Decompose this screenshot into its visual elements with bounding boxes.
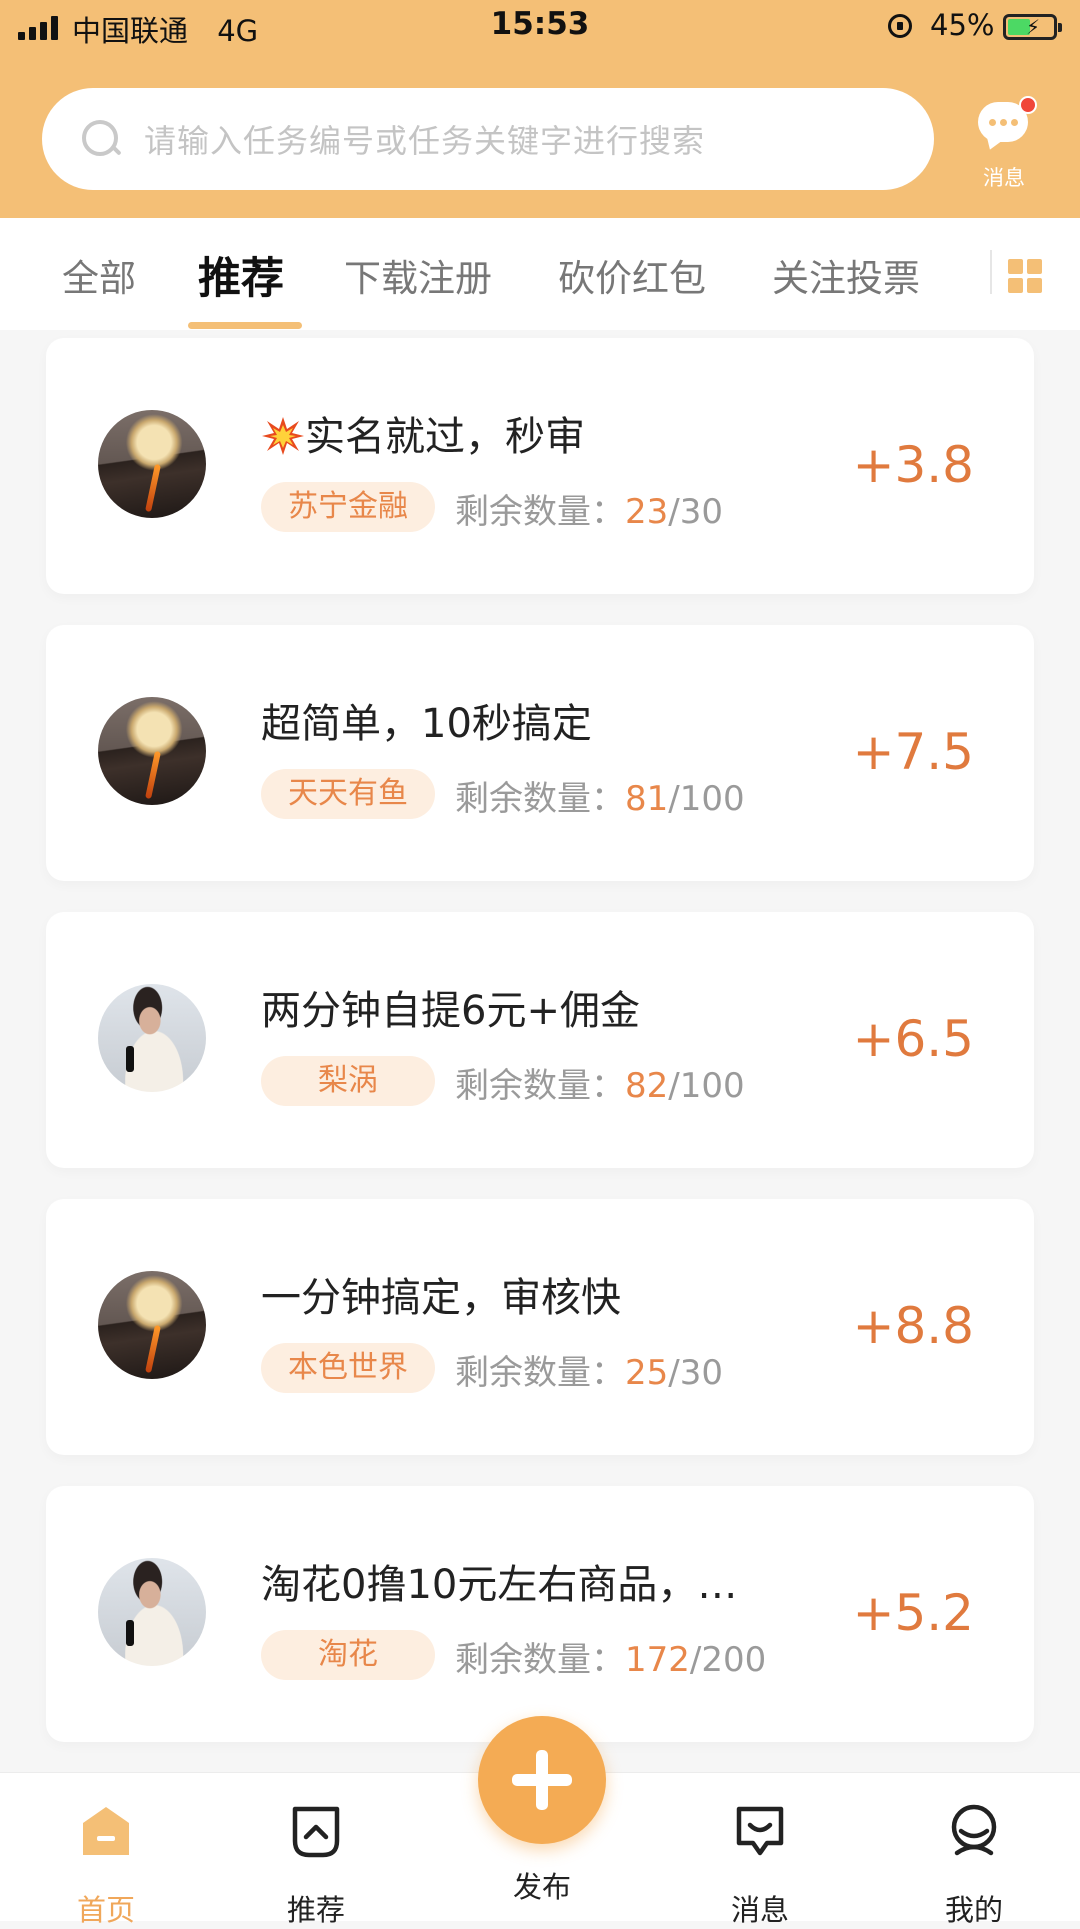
avatar [98, 697, 206, 805]
clock: 15:53 [490, 6, 590, 42]
message-button[interactable]: 消息 [964, 96, 1044, 196]
remaining-count: 剩余数量：81/100 [455, 779, 745, 819]
task-card[interactable]: 实名就过，秒审 苏宁金融 剩余数量：23/30 +3.8 [46, 338, 1034, 594]
source-tag: 梨涡 [261, 1056, 435, 1106]
publish-button[interactable] [478, 1716, 606, 1844]
task-card[interactable]: 两分钟自提6元+佣金 梨涡 剩余数量：82/100 +6.5 [46, 912, 1034, 1168]
remaining-count: 剩余数量：82/100 [455, 1066, 745, 1106]
active-tab-indicator [188, 322, 302, 329]
tab-recommend[interactable]: 推荐 [198, 244, 284, 306]
tab-bargain-redpacket[interactable]: 砍价红包 [558, 248, 706, 302]
task-title-text: 实名就过，秒审 [305, 414, 585, 460]
grid-menu-icon[interactable] [1008, 259, 1042, 293]
tab-download-register[interactable]: 下载注册 [344, 248, 492, 302]
search-placeholder: 请输入任务编号或任务关键字进行搜索 [144, 122, 706, 160]
unread-dot [1019, 96, 1037, 114]
battery-percent: 45% [930, 8, 995, 42]
task-card[interactable]: 一分钟搞定，审核快 本色世界 剩余数量：25/30 +8.8 [46, 1199, 1034, 1455]
reward-amount: +8.8 [852, 1297, 974, 1355]
avatar [98, 1271, 206, 1379]
message-icon [736, 1806, 784, 1856]
task-card[interactable]: 淘花0撸10元左右商品，… 淘花 剩余数量：172/200 +5.2 [46, 1486, 1034, 1742]
recommend-icon [292, 1806, 340, 1858]
tab-all[interactable]: 全部 [62, 248, 136, 302]
reward-amount: +6.5 [852, 1010, 974, 1068]
search-icon [82, 120, 122, 158]
task-card[interactable]: 超简单，10秒搞定 天天有鱼 剩余数量：81/100 +7.5 [46, 625, 1034, 881]
reward-amount: +7.5 [852, 723, 974, 781]
publish-label: 发布 [512, 1870, 571, 1904]
task-title: 一分钟搞定，审核快 [261, 1275, 621, 1321]
avatar [98, 410, 206, 518]
rotation-lock-icon [888, 14, 912, 38]
task-title: 淘花0撸10元左右商品，… [261, 1562, 738, 1608]
tab-follow-vote[interactable]: 关注投票 [772, 248, 920, 302]
source-tag: 本色世界 [261, 1343, 435, 1393]
source-tag: 淘花 [261, 1630, 435, 1680]
task-title: 超简单，10秒搞定 [261, 701, 592, 747]
remaining-count: 剩余数量：172/200 [455, 1640, 767, 1680]
task-title: 两分钟自提6元+佣金 [261, 988, 640, 1034]
message-label: 消息 [983, 166, 1025, 190]
remaining-count: 剩余数量：23/30 [455, 492, 723, 532]
home-icon [83, 1807, 129, 1855]
source-tag: 苏宁金融 [261, 482, 435, 532]
source-tag: 天天有鱼 [261, 769, 435, 819]
remaining-count: 剩余数量：25/30 [455, 1353, 723, 1393]
category-tabs: 全部 推荐 下载注册 砍价红包 关注投票 [0, 218, 1080, 330]
header: 中国联通 4G 15:53 45% ⚡ 请输入任务编号或任务关键字进行搜索 消息 [0, 0, 1080, 218]
profile-icon [951, 1804, 997, 1856]
avatar [98, 1558, 206, 1666]
reward-amount: +5.2 [852, 1584, 974, 1642]
nav-profile-label: 我的 [944, 1893, 1003, 1927]
status-bar: 中国联通 4G 15:53 45% ⚡ [0, 0, 1080, 56]
battery-icon: ⚡ [1003, 14, 1062, 40]
avatar [98, 984, 206, 1092]
task-title: 实名就过，秒审 [261, 404, 585, 462]
search-input[interactable]: 请输入任务编号或任务关键字进行搜索 [42, 88, 934, 190]
tab-divider [990, 250, 992, 294]
nav-messages-label: 消息 [730, 1893, 789, 1927]
nav-home-label: 首页 [76, 1893, 135, 1927]
nav-recommend-label: 推荐 [286, 1893, 345, 1927]
reward-amount: +3.8 [852, 436, 974, 494]
burst-icon [262, 417, 304, 455]
